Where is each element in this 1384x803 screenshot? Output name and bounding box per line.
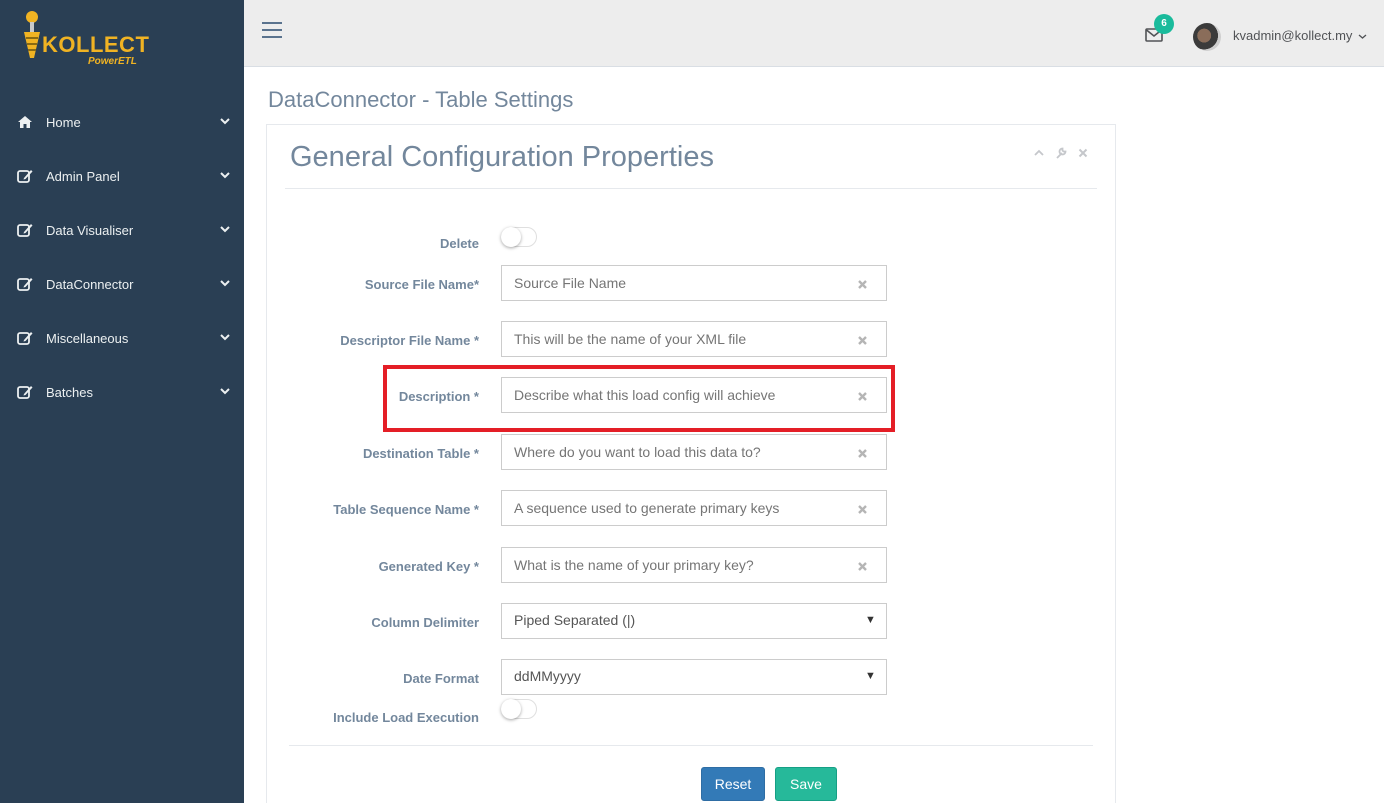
- date-format-select[interactable]: ddMMyyyy: [501, 659, 887, 695]
- clear-icon[interactable]: [853, 444, 871, 462]
- panel-title: General Configuration Properties: [290, 141, 714, 173]
- sidebar-item-home[interactable]: Home: [0, 95, 244, 149]
- clear-icon[interactable]: [853, 387, 871, 405]
- descriptor-input[interactable]: [501, 321, 887, 357]
- edit-icon: [16, 276, 34, 292]
- user-email: kvadmin@kollect.my: [1233, 28, 1353, 43]
- brand-subtitle: PowerETL: [88, 56, 137, 67]
- chevron-down-icon: [220, 280, 230, 287]
- sequence-label: Table Sequence Name *: [333, 502, 479, 517]
- description-input[interactable]: [501, 377, 887, 413]
- brand-name: KOLLECT: [42, 32, 150, 57]
- sidebar-item-label: DataConnector: [46, 276, 134, 292]
- chevron-down-icon: [220, 226, 230, 233]
- source-file-label: Source File Name*: [364, 277, 479, 292]
- edit-icon: [16, 384, 34, 400]
- sidebar: KOLLECT PowerETL Home Admin Panel Data V…: [0, 0, 244, 803]
- date-format-value: ddMMyyyy: [514, 668, 581, 684]
- menu-toggle-icon[interactable]: [262, 22, 282, 40]
- delete-label: Delete: [439, 236, 479, 251]
- close-icon[interactable]: [1077, 147, 1089, 159]
- sidebar-item-data-visualiser[interactable]: Data Visualiser: [0, 203, 244, 257]
- caret-down-icon: ▼: [865, 670, 876, 682]
- home-icon: [16, 114, 34, 130]
- sidebar-item-label: Data Visualiser: [46, 222, 134, 238]
- delete-toggle[interactable]: [501, 227, 537, 247]
- sidebar-item-miscellaneous[interactable]: Miscellaneous: [0, 311, 244, 365]
- sidebar-item-batches[interactable]: Batches: [0, 365, 244, 419]
- column-delimiter-select[interactable]: Piped Separated (|): [501, 603, 887, 639]
- chevron-down-icon: [220, 334, 230, 341]
- chevron-down-icon: [220, 172, 230, 179]
- sidebar-item-label: Home: [46, 114, 81, 130]
- collapse-icon[interactable]: [1033, 147, 1045, 159]
- include-load-toggle[interactable]: [501, 699, 537, 719]
- reset-button[interactable]: Reset: [701, 767, 765, 801]
- edit-icon: [16, 168, 34, 184]
- chevron-down-icon: [220, 118, 230, 125]
- wrench-icon[interactable]: [1055, 147, 1067, 159]
- caret-down-icon: ▼: [865, 614, 876, 626]
- clear-icon[interactable]: [853, 275, 871, 293]
- save-button[interactable]: Save: [775, 767, 837, 801]
- descriptor-label: Descriptor File Name *: [340, 333, 479, 348]
- brand-logo[interactable]: KOLLECT PowerETL: [18, 10, 168, 68]
- include-load-label: Include Load Execution: [333, 710, 479, 725]
- page-title: DataConnector - Table Settings: [268, 87, 574, 112]
- user-menu[interactable]: kvadmin@kollect.my: [1233, 28, 1367, 43]
- sidebar-item-label: Admin Panel: [46, 168, 120, 184]
- destination-input[interactable]: [501, 434, 887, 470]
- sidebar-item-label: Batches: [46, 384, 93, 400]
- sequence-input[interactable]: [501, 490, 887, 526]
- sidebar-item-label: Miscellaneous: [46, 330, 129, 346]
- chevron-down-icon: [220, 388, 230, 395]
- clear-icon[interactable]: [853, 500, 871, 518]
- avatar[interactable]: [1193, 23, 1221, 51]
- date-format-label: Date Format: [403, 671, 479, 686]
- logo-icon: [24, 11, 40, 58]
- notification-badge: 6: [1154, 14, 1174, 34]
- edit-icon: [16, 330, 34, 346]
- panel-toolbox: [1033, 147, 1089, 159]
- edit-icon: [16, 222, 34, 238]
- top-nav: 6 kvadmin@kollect.my: [244, 0, 1384, 67]
- sidebar-nav: Home Admin Panel Data Visualiser DataCon…: [0, 95, 244, 419]
- clear-icon[interactable]: [853, 331, 871, 349]
- column-delimiter-value: Piped Separated (|): [514, 612, 636, 628]
- column-delimiter-label: Column Delimiter: [371, 615, 479, 630]
- chevron-down-icon: [1358, 34, 1367, 39]
- divider: [285, 188, 1097, 189]
- destination-label: Destination Table *: [362, 446, 479, 461]
- divider: [289, 745, 1093, 746]
- description-label: Description *: [398, 389, 479, 404]
- sidebar-item-admin-panel[interactable]: Admin Panel: [0, 149, 244, 203]
- config-panel: General Configuration Properties Delete …: [266, 124, 1116, 803]
- clear-icon[interactable]: [853, 557, 871, 575]
- sidebar-item-dataconnector[interactable]: DataConnector: [0, 257, 244, 311]
- source-file-input[interactable]: [501, 265, 887, 301]
- generated-key-input[interactable]: [501, 547, 887, 583]
- generated-key-label: Generated Key *: [378, 559, 479, 574]
